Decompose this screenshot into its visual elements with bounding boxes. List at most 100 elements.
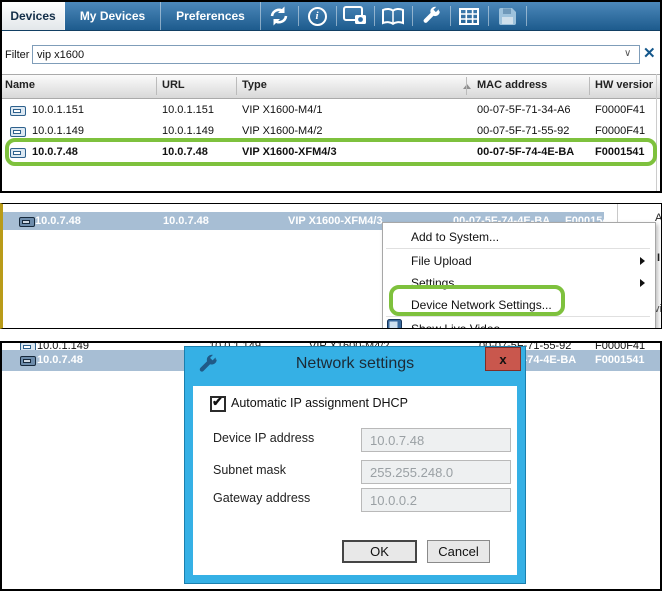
tab-preferences[interactable]: Preferences [161, 2, 261, 30]
menu-item-device-network-settings[interactable]: Device Network Settings... [383, 293, 653, 316]
wrench-icon [421, 6, 442, 27]
gateway-input[interactable] [361, 488, 511, 512]
table-row[interactable]: 10.0.1.149 10.0.1.149 VIP X1600-M4/2 00-… [2, 121, 660, 142]
cancel-button-label: Cancel [438, 544, 478, 559]
cell-hw: F0000F41 [595, 125, 645, 137]
edge-fragment: A [655, 212, 662, 224]
dialog-title: Network settings [185, 355, 525, 373]
network-settings-dialog: Network settings x ✔ Automatic IP assign… [185, 347, 525, 583]
ok-button[interactable]: OK [342, 540, 417, 563]
snapshot-icon [343, 6, 367, 26]
dhcp-checkbox[interactable]: ✔ [210, 396, 226, 412]
encoder-device-icon [10, 106, 26, 119]
filter-input[interactable] [32, 45, 640, 64]
menu-item-label: Show Live Video [411, 322, 500, 330]
cancel-button[interactable]: Cancel [427, 540, 490, 563]
menu-item-label: Settings [411, 276, 454, 290]
gateway-label: Gateway address [213, 491, 310, 505]
table-edge-line [617, 204, 618, 224]
column-separator[interactable] [236, 77, 237, 95]
context-menu-panel: 10.0.7.48 10.0.7.48 VIP X1600-XFM4/3 00-… [0, 203, 662, 329]
info-button[interactable]: i [298, 2, 336, 30]
table-header: Name URL Type MAC address HW version [2, 74, 660, 99]
menu-item-label: File Upload [411, 254, 472, 268]
cell-mac: 00-07-5F-71-55-92 [477, 125, 569, 137]
column-header-url[interactable]: URL [162, 79, 185, 91]
context-menu: Add to System... File Upload Settings De… [382, 222, 656, 329]
tab-devices[interactable]: Devices [2, 2, 65, 30]
encoder-device-icon [19, 217, 35, 230]
cell-url: 10.0.1.151 [162, 104, 214, 116]
dialog-body: ✔ Automatic IP assignment DHCP Device IP… [193, 386, 517, 575]
table-view-button[interactable] [450, 2, 488, 30]
cell-url: 10.0.7.48 [162, 146, 208, 158]
check-icon: ✔ [212, 394, 223, 410]
cell-name: 10.0.7.48 [35, 215, 81, 227]
encoder-device-icon [10, 148, 26, 161]
chevron-down-icon[interactable]: ∨ [624, 48, 631, 59]
cell-mac: 00-07-5F-71-34-A6 [477, 104, 571, 116]
cell-url: 10.0.1.149 [162, 125, 214, 137]
column-separator[interactable] [589, 77, 590, 95]
submenu-arrow-icon [640, 279, 645, 287]
encoder-device-icon [10, 127, 26, 140]
cell-name: 10.0.1.151 [32, 104, 84, 116]
cell-name: 10.0.7.48 [32, 146, 78, 158]
cell-hw: F0001541 [595, 354, 645, 366]
cell-name: 10.0.1.149 [32, 125, 84, 137]
ok-button-label: OK [370, 544, 389, 559]
tab-preferences-label: Preferences [176, 9, 245, 23]
live-video-icon [387, 319, 402, 329]
tab-bar: Devices My Devices Preferences i [2, 2, 660, 31]
column-header-type[interactable]: Type [242, 79, 267, 91]
device-ip-label: Device IP address [213, 431, 314, 445]
close-button[interactable]: x [485, 347, 521, 371]
column-header-mac[interactable]: MAC address [477, 79, 547, 91]
cell-type: VIP X1600-XFM4/3 [242, 146, 337, 158]
snapshot-button[interactable] [336, 2, 374, 30]
encoder-device-icon [20, 356, 36, 369]
refresh-icon [268, 6, 290, 26]
address-book-icon [381, 7, 405, 26]
configure-button[interactable] [412, 2, 450, 30]
column-separator[interactable] [466, 77, 467, 95]
clear-filter-button[interactable]: ✕ [643, 44, 656, 62]
cell-hw: F0001541 [595, 146, 645, 158]
column-separator[interactable] [156, 77, 157, 95]
menu-item-show-live-video[interactable]: Show Live Video [383, 317, 653, 329]
menu-item-file-upload[interactable]: File Upload [383, 249, 653, 272]
table-row-highlighted[interactable]: 10.0.7.48 10.0.7.48 VIP X1600-XFM4/3 00-… [2, 142, 660, 163]
cell-type: VIP X1600-XFM4/3 [288, 215, 383, 227]
dhcp-checkbox-label: Automatic IP assignment DHCP [231, 396, 408, 410]
menu-item-settings[interactable]: Settings [383, 271, 653, 294]
device-list-panel: Devices My Devices Preferences i [0, 0, 662, 193]
cell-type: VIP X1600-M4/2 [242, 125, 323, 137]
tab-my-devices-label: My Devices [80, 9, 145, 23]
toolbar-separator [526, 6, 527, 26]
device-ip-input[interactable] [361, 428, 511, 452]
save-button-disabled[interactable] [488, 2, 526, 30]
info-icon: i [308, 7, 327, 26]
edge-fragment: I [657, 252, 660, 264]
cell-type: VIP X1600-M4/1 [242, 104, 323, 116]
save-icon [498, 7, 517, 26]
submenu-arrow-icon [640, 257, 645, 265]
address-book-button[interactable] [374, 2, 412, 30]
table-row[interactable]: 10.0.1.151 10.0.1.151 VIP X1600-M4/1 00-… [2, 100, 660, 121]
subnet-mask-label: Subnet mask [213, 463, 286, 477]
menu-item-add-to-system[interactable]: Add to System... [383, 225, 653, 248]
menu-item-label: Device Network Settings... [411, 298, 552, 312]
tab-devices-label: Devices [10, 9, 55, 23]
cell-mac: 00-07-5F-74-4E-BA [477, 146, 574, 158]
refresh-button[interactable] [260, 2, 298, 30]
column-header-name[interactable]: Name [5, 79, 35, 91]
filter-label: Filter [5, 49, 29, 61]
menu-item-label: Add to System... [411, 230, 499, 244]
sort-ascending-icon [463, 84, 471, 89]
tab-my-devices[interactable]: My Devices [65, 2, 161, 30]
cell-hw: F0000F41 [595, 104, 645, 116]
table-view-icon [459, 8, 479, 25]
subnet-mask-input[interactable] [361, 460, 511, 484]
column-header-hw[interactable]: HW version [595, 79, 653, 91]
dialog-panel: 10.0.1.149 10.0.1.149 VIP X1600-M4/2 00-… [0, 341, 662, 591]
